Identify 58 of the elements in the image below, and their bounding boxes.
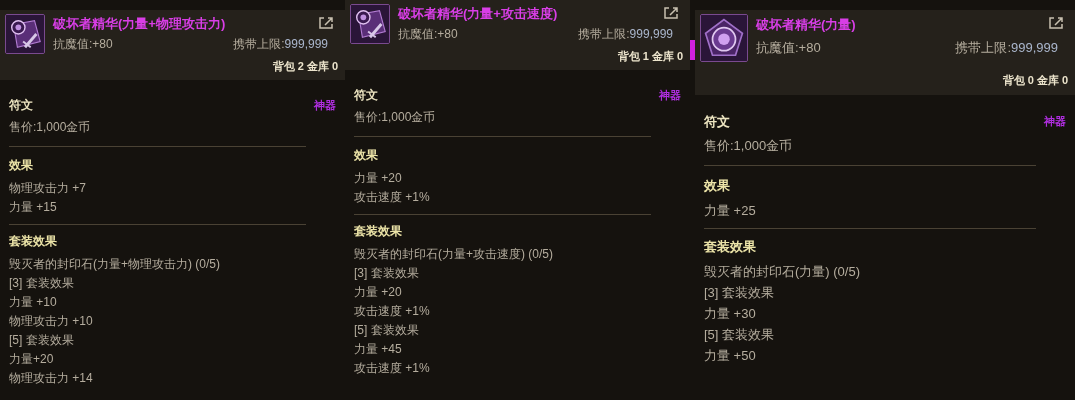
section-heading: 效果	[354, 147, 379, 164]
storage-count: 背包 2 金库 0	[272, 59, 338, 74]
item-icon	[700, 14, 748, 62]
set-bonus-line: 力量+20	[9, 351, 55, 368]
set-bonus-line: 力量 +30	[704, 305, 757, 323]
effect-stat: 力量 +25	[704, 202, 757, 220]
set-bonus-line: [5] 套装效果	[9, 332, 75, 349]
resist-stat: 抗魔值:+80	[398, 26, 458, 43]
set-bonus-line: 攻击速度 +1%	[354, 360, 431, 377]
set-bonus-line: 力量 +10	[9, 294, 58, 311]
resist-stat: 抗魔值:+80	[53, 36, 113, 53]
set-bonus-line: [5] 套装效果	[354, 322, 420, 339]
set-bonus-line: 物理攻击力 +10	[9, 313, 94, 330]
set-bonus-line: 毁灭者的封印石(力量+攻击速度) (0/5)	[354, 246, 554, 263]
effect-stat: 力量 +20	[354, 170, 403, 187]
storage-count: 背包 1 金库 0	[617, 49, 683, 64]
item-title: 破坏者精华(力量)	[756, 16, 856, 34]
set-bonus-line: 毁灭者的封印石(力量+物理攻击力) (0/5)	[9, 256, 221, 273]
effect-stat: 力量 +15	[9, 199, 58, 216]
section-heading: 效果	[9, 157, 34, 174]
effect-stat: 攻击速度 +1%	[354, 189, 431, 206]
set-bonus-line: 攻击速度 +1%	[354, 303, 431, 320]
section-heading: 套装效果	[704, 238, 757, 256]
resist-stat: 抗魔值:+80	[756, 39, 821, 57]
set-bonus-line: 力量 +20	[354, 284, 403, 301]
rarity-label: 神器	[314, 98, 336, 113]
carry-limit: 携带上限:999,999	[578, 26, 673, 43]
sell-price: 售价:1,000金币	[354, 109, 437, 126]
sell-price: 售价:1,000金币	[9, 119, 92, 136]
item-icon	[350, 4, 390, 44]
set-bonus-line: [3] 套装效果	[704, 284, 776, 302]
item-category: 符文	[9, 97, 33, 114]
set-bonus-line: 力量 +50	[704, 347, 757, 365]
set-bonus-line: [3] 套装效果	[354, 265, 420, 282]
rarity-label: 神器	[659, 88, 681, 103]
share-icon[interactable]	[663, 6, 679, 20]
carry-limit: 携带上限:999,999	[955, 39, 1058, 57]
set-bonus-line: [5] 套装效果	[704, 326, 776, 344]
item-title: 破坏者精华(力量+物理攻击力)	[53, 15, 226, 33]
sell-price: 售价:1,000金币	[704, 137, 794, 155]
section-heading: 套装效果	[354, 223, 403, 240]
set-bonus-line: 力量 +45	[354, 341, 403, 358]
carry-limit: 携带上限:999,999	[233, 36, 328, 53]
item-title: 破坏者精华(力量+攻击速度)	[398, 5, 558, 23]
item-category: 符文	[354, 87, 378, 104]
section-heading: 效果	[704, 177, 731, 195]
share-icon[interactable]	[318, 16, 334, 30]
section-heading: 套装效果	[9, 233, 58, 250]
item-category: 符文	[704, 113, 730, 131]
set-bonus-line: 毁灭者的封印石(力量) (0/5)	[704, 263, 861, 281]
item-icon	[5, 14, 45, 54]
set-bonus-line: [3] 套装效果	[9, 275, 75, 292]
set-bonus-line: 物理攻击力 +14	[9, 370, 94, 387]
effect-stat: 物理攻击力 +7	[9, 180, 87, 197]
rarity-label: 神器	[1044, 114, 1066, 129]
share-icon[interactable]	[1048, 16, 1064, 30]
storage-count: 背包 0 金库 0	[1002, 73, 1068, 88]
scrollbar-thumb	[690, 40, 695, 60]
